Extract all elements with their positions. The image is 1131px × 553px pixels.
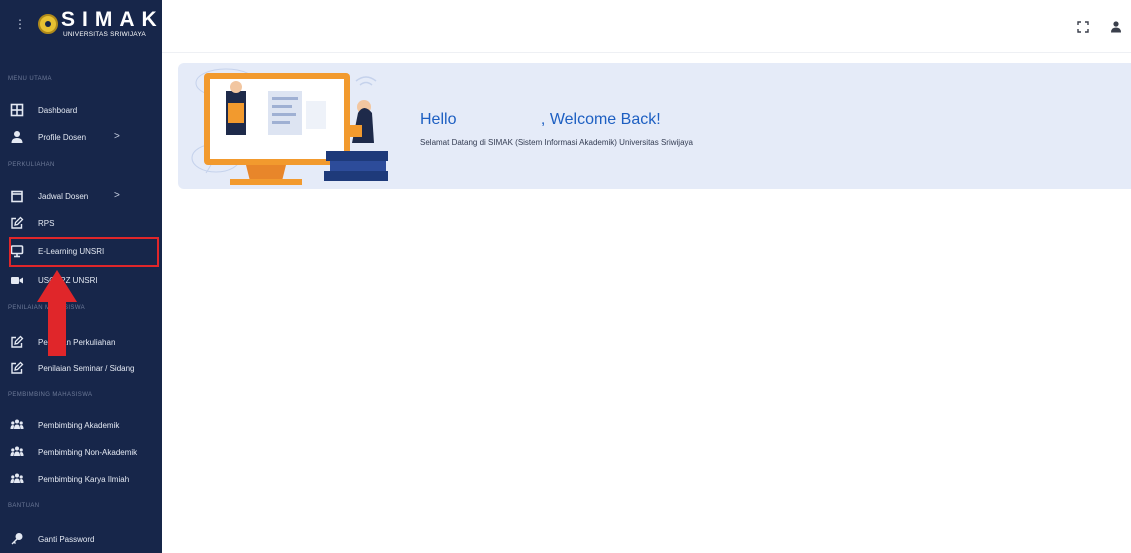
section-bantuan: BANTUAN: [8, 503, 40, 509]
sidebar-item-label: Penilaian Seminar / Sidang: [38, 364, 135, 373]
sidebar-item-label: Jadwal Dosen: [38, 192, 89, 201]
brand-subtitle: UNIVERSITAS SRIWIJAYA: [63, 31, 146, 38]
red-arrow-up-annotation: [37, 270, 77, 356]
key-icon: [11, 533, 23, 545]
sidebar-item-label: Dashboard: [38, 106, 78, 115]
chevron-right-icon: >: [114, 131, 120, 142]
sidebar-item-label: RPS: [38, 219, 55, 228]
sidebar: ⋮ SIMAK UNIVERSITAS SRIWIJAYA MENU UTAMA…: [0, 0, 162, 553]
user-account-icon[interactable]: [1109, 20, 1123, 34]
sidebar-item-dashboard[interactable]: Dashboard: [8, 98, 160, 124]
sidebar-item-uscapz-unsri[interactable]: USCAPZ UNSRI: [8, 268, 160, 294]
university-seal-logo: [38, 14, 58, 34]
edit-icon: [11, 361, 24, 374]
users-icon: [10, 473, 24, 483]
chevron-right-icon: >: [114, 190, 120, 201]
sidebar-item-label: Pembimbing Non-Akademik: [38, 448, 138, 457]
user-icon: [11, 131, 23, 143]
sidebar-item-ganti-password[interactable]: Ganti Password: [8, 527, 160, 553]
section-pembimbing-mahasiswa: PEMBIMBING MAHASISWA: [8, 392, 93, 398]
sidebar-item-rps[interactable]: RPS: [8, 211, 160, 237]
sidebar-item-profile-dosen[interactable]: Profile Dosen >: [8, 125, 160, 151]
sidebar-item-label: Profile Dosen: [38, 133, 87, 142]
section-perkuliahan: PERKULIAHAN: [8, 162, 55, 168]
top-bar: [162, 0, 1131, 53]
highlight-box-e-learning: [9, 237, 159, 267]
welcome-heading: Hello , Welcome Back!: [420, 111, 661, 128]
welcome-illustration: [191, 68, 388, 185]
section-menu-utama: MENU UTAMA: [8, 76, 52, 82]
sidebar-item-label: Ganti Password: [38, 535, 95, 544]
welcome-banner: Hello , Welcome Back! Selamat Datang di …: [178, 63, 1131, 189]
sidebar-item-pembimbing-akademik[interactable]: Pembimbing Akademik: [8, 413, 160, 439]
video-icon: [11, 277, 23, 284]
dashboard-icon: [10, 103, 24, 117]
sidebar-item-pembimbing-karya-ilmiah[interactable]: Pembimbing Karya Ilmiah: [8, 467, 160, 493]
sidebar-item-label: Pembimbing Akademik: [38, 421, 120, 430]
fullscreen-icon[interactable]: [1076, 20, 1090, 34]
sidebar-item-penilaian-seminar-sidang[interactable]: Penilaian Seminar / Sidang: [8, 356, 160, 382]
sidebar-item-label: Pembimbing Karya Ilmiah: [38, 475, 130, 484]
brand-header: ⋮ SIMAK UNIVERSITAS SRIWIJAYA: [0, 0, 162, 52]
users-icon: [10, 446, 24, 456]
sidebar-item-pembimbing-non-akademik[interactable]: Pembimbing Non-Akademik: [8, 440, 160, 466]
sidebar-item-jadwal-dosen[interactable]: Jadwal Dosen >: [8, 184, 160, 210]
sidebar-toggle-icon[interactable]: ⋮: [14, 18, 26, 30]
welcome-subtitle: Selamat Datang di SIMAK (Sistem Informas…: [420, 138, 693, 147]
sidebar-item-penilaian-perkuliahan[interactable]: Penilaian Perkuliahan: [8, 330, 160, 356]
calendar-icon: [11, 190, 23, 203]
edit-icon: [11, 216, 24, 229]
brand-title: SIMAK: [61, 8, 162, 31]
users-icon: [10, 419, 24, 429]
edit-icon: [11, 335, 24, 348]
